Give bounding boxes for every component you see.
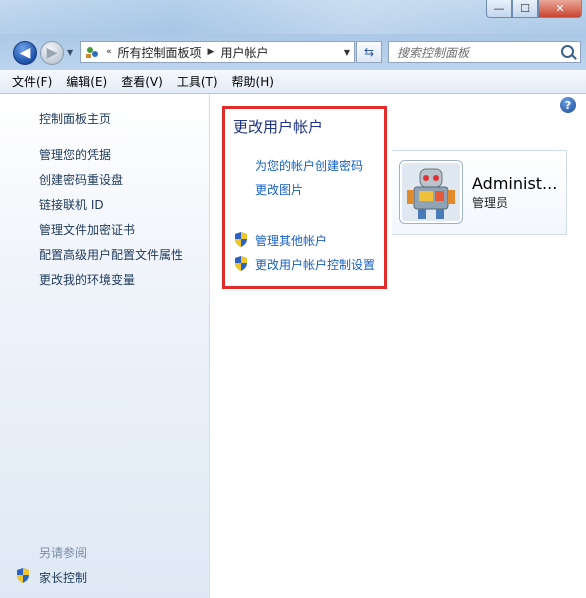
menu-tools[interactable]: 工具(T) <box>177 73 218 90</box>
help-button[interactable]: ? <box>560 97 576 113</box>
shield-icon <box>16 568 30 583</box>
maximize-button[interactable]: ☐ <box>512 0 538 18</box>
refresh-button[interactable]: ⇆ <box>356 41 382 63</box>
search-icon[interactable] <box>561 45 574 58</box>
breadcrumb-user-accounts[interactable]: 用户帐户 <box>220 44 268 61</box>
shield-icon <box>234 232 248 247</box>
refresh-icon: ⇆ <box>363 45 375 59</box>
menu-help[interactable]: 帮助(H) <box>232 73 274 90</box>
sidebar-link-encryption-cert[interactable]: 管理文件加密证书 <box>39 221 135 238</box>
sidebar-link-env-variables[interactable]: 更改我的环境变量 <box>39 271 135 288</box>
sidebar: 控制面板主页 管理您的凭据 创建密码重设盘 链接联机 ID 管理文件加密证书 配… <box>0 94 210 598</box>
sidebar-link-online-id[interactable]: 链接联机 ID <box>39 196 104 213</box>
user-avatar <box>399 160 463 224</box>
recent-pages-dropdown[interactable]: ▼ <box>67 48 73 57</box>
address-bar[interactable]: « 所有控制面板项 ▶ 用户帐户 ▼ <box>80 41 355 63</box>
breadcrumb-separator-icon[interactable]: ▶ <box>208 47 215 57</box>
minimize-icon: — <box>493 2 505 15</box>
sidebar-home-link[interactable]: 控制面板主页 <box>39 110 111 127</box>
see-also-heading: 另请参阅 <box>39 546 88 560</box>
control-panel-icon <box>85 45 99 59</box>
forward-button[interactable]: ▶ <box>40 41 64 65</box>
help-icon: ? <box>564 98 572 112</box>
close-icon: ✕ <box>555 2 565 15</box>
robot-avatar-icon <box>402 163 460 221</box>
task-change-picture[interactable]: 更改图片 <box>255 181 303 198</box>
menu-edit[interactable]: 编辑(E) <box>66 73 107 90</box>
overflow-chevron[interactable]: « <box>106 47 112 57</box>
page-title: 更改用户帐户 <box>233 118 324 136</box>
menu-bar: 文件(F) 编辑(E) 查看(V) 工具(T) 帮助(H) <box>0 70 586 94</box>
forward-arrow-icon: ▶ <box>46 45 58 61</box>
shield-icon <box>234 256 248 271</box>
user-role: 管理员 <box>472 196 509 210</box>
close-button[interactable]: ✕ <box>538 0 582 18</box>
see-also-parental-controls[interactable]: 家长控制 <box>39 569 87 586</box>
sidebar-link-credentials[interactable]: 管理您的凭据 <box>39 146 111 163</box>
menu-file[interactable]: 文件(F) <box>12 73 52 90</box>
task-uac-settings[interactable]: 更改用户帐户控制设置 <box>255 256 375 273</box>
task-create-password[interactable]: 为您的帐户创建密码 <box>255 157 363 174</box>
breadcrumb-all-items[interactable]: 所有控制面板项 <box>118 44 202 61</box>
caption-buttons: — ☐ ✕ <box>486 0 582 18</box>
search-input[interactable] <box>395 43 559 63</box>
sidebar-link-reset-disk[interactable]: 创建密码重设盘 <box>39 171 123 188</box>
address-dropdown-icon[interactable]: ▼ <box>344 48 350 57</box>
search-box[interactable] <box>388 41 581 63</box>
menu-view[interactable]: 查看(V) <box>121 73 163 90</box>
task-manage-other-accounts[interactable]: 管理其他帐户 <box>255 232 327 249</box>
back-arrow-icon: ◀ <box>19 45 31 61</box>
back-button[interactable]: ◀ <box>13 41 37 65</box>
user-name: Administ... <box>472 174 558 193</box>
maximize-icon: ☐ <box>520 2 530 15</box>
sidebar-link-advanced-profile[interactable]: 配置高级用户配置文件属性 <box>39 246 183 263</box>
minimize-button[interactable]: — <box>486 0 512 18</box>
